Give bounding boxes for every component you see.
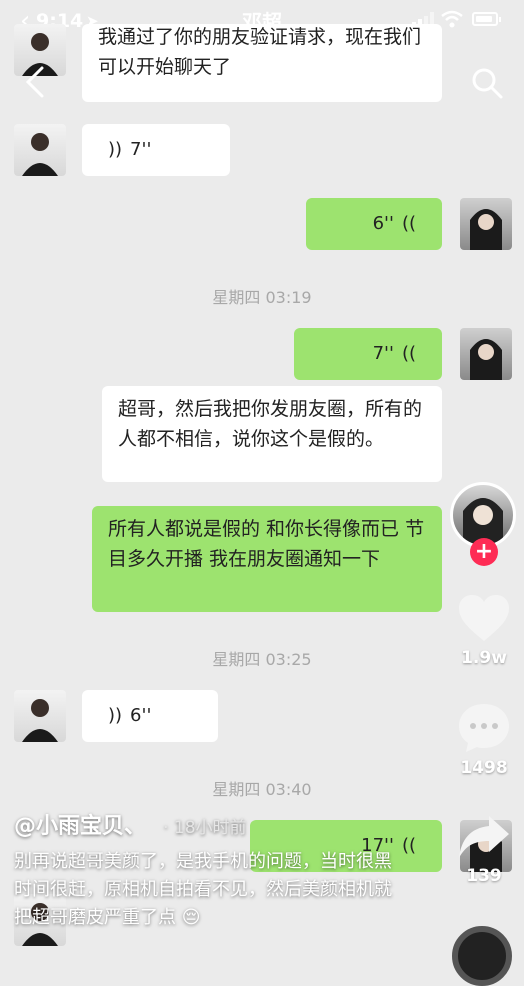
share-button[interactable]: 139 bbox=[446, 812, 522, 886]
avatar[interactable] bbox=[14, 690, 66, 742]
timestamp: 星期四 03:19 bbox=[212, 288, 312, 307]
voice-message[interactable]: )) 6'' bbox=[82, 690, 218, 742]
message-bubble[interactable]: 超哥，然后我把你发朋友圈，所有的人都不相信，说你这个是假的。 bbox=[102, 386, 442, 482]
message-text: 所有人都说是假的 和你长得像而已 节目多久开播 我在朋友圈通知一下 bbox=[108, 518, 425, 570]
follow-button[interactable]: + bbox=[470, 538, 498, 566]
voice-duration: 6'' bbox=[372, 213, 394, 234]
wifi-icon bbox=[441, 10, 463, 28]
message-text: 超哥，然后我把你发朋友圈，所有的人都不相信，说你这个是假的。 bbox=[118, 398, 423, 450]
post-time: · 18小时前 bbox=[163, 818, 247, 838]
voice-icon: (( bbox=[401, 213, 416, 234]
music-disc-icon[interactable] bbox=[452, 926, 512, 986]
voice-icon: (( bbox=[401, 343, 416, 364]
heart-icon bbox=[459, 595, 509, 641]
voice-icon: )) bbox=[108, 705, 123, 726]
comment-count: 1498 bbox=[460, 758, 508, 778]
username[interactable]: @小雨宝贝、 bbox=[14, 814, 146, 839]
voice-icon: )) bbox=[108, 139, 123, 160]
voice-duration: 7'' bbox=[372, 343, 394, 364]
timestamp: 星期四 03:40 bbox=[212, 780, 312, 799]
caption-text: 别再说超哥美颜了，是我手机的问题，当时很黑时间很赶，原相机自拍看不见，然后美颜相… bbox=[14, 851, 392, 928]
avatar[interactable] bbox=[14, 124, 66, 176]
battery-icon bbox=[472, 12, 501, 26]
voice-message[interactable]: )) 7'' bbox=[82, 124, 230, 176]
message-bubble[interactable]: 所有人都说是假的 和你长得像而已 节目多久开播 我在朋友圈通知一下 bbox=[92, 506, 442, 612]
voice-message[interactable]: 7'' (( bbox=[294, 328, 442, 380]
voice-duration: 7'' bbox=[130, 139, 152, 160]
search-icon[interactable] bbox=[470, 66, 504, 100]
share-icon bbox=[459, 816, 509, 858]
voice-duration: 6'' bbox=[130, 705, 152, 726]
message-text: 我通过了你的朋友验证请求，现在我们可以开始聊天了 bbox=[98, 26, 422, 78]
like-button[interactable]: 1.9w bbox=[446, 594, 522, 668]
share-count: 139 bbox=[466, 866, 502, 886]
message-bubble[interactable]: 我通过了你的朋友验证请求，现在我们可以开始聊天了 bbox=[82, 24, 442, 102]
comment-icon bbox=[459, 704, 509, 752]
back-icon[interactable] bbox=[20, 64, 50, 100]
avatar[interactable] bbox=[460, 328, 512, 380]
comment-button[interactable]: 1498 bbox=[446, 702, 522, 778]
voice-message[interactable]: 6'' (( bbox=[306, 198, 442, 250]
avatar[interactable] bbox=[460, 198, 512, 250]
video-caption: @小雨宝贝、 · 18小时前 别再说超哥美颜了，是我手机的问题，当时很黑时间很赶… bbox=[14, 808, 434, 932]
like-count: 1.9w bbox=[461, 648, 507, 668]
